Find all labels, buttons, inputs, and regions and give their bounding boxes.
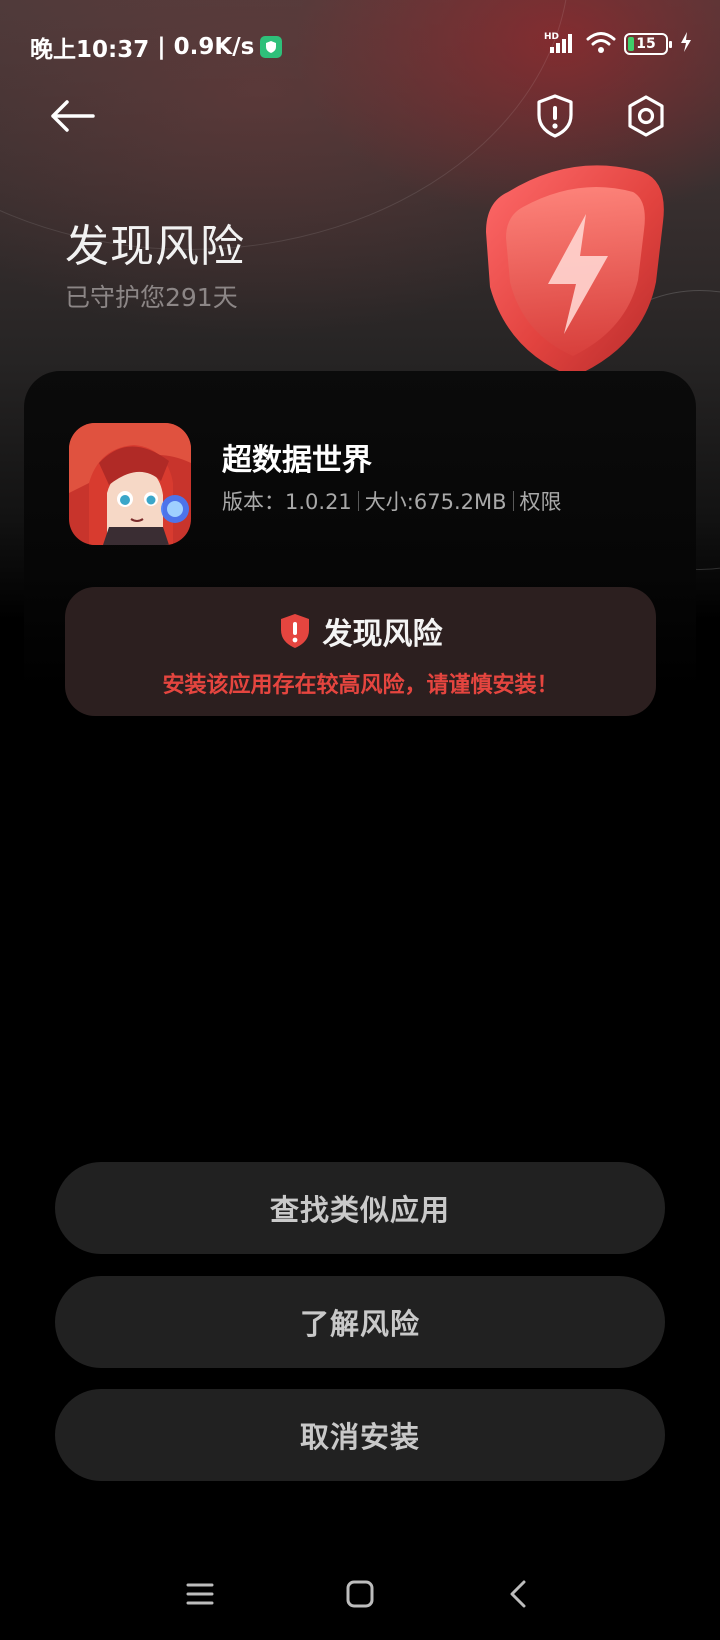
battery-fill (628, 37, 634, 51)
status-bar: 晚上10:37 | 0.9K/s HD 15 (0, 0, 720, 92)
charging-icon (680, 32, 692, 56)
risk-message: 安装该应用存在较高风险，请谨慎安装！ (162, 673, 559, 698)
signal-icon: HD (544, 30, 578, 58)
app-version: 版本：1.0.21 (222, 490, 352, 514)
find-similar-apps-button[interactable]: 查找类似应用 (55, 1162, 665, 1254)
app-name: 超数据世界 (222, 443, 372, 478)
risk-warning-box: 发现风险 安装该应用存在较高风险，请谨慎安装！ (65, 587, 656, 716)
chevron-left-icon (510, 1580, 526, 1608)
risk-header: 发现风险 (65, 609, 656, 653)
system-nav-bar (0, 1560, 720, 1640)
cancel-install-button[interactable]: 取消安装 (55, 1389, 665, 1481)
back-button[interactable] (44, 88, 100, 144)
app-permissions-link[interactable]: 权限 (520, 486, 562, 516)
risk-title: 发现风险 (322, 617, 443, 652)
shield-alert-icon (537, 94, 573, 138)
nav-back-button[interactable] (498, 1574, 538, 1614)
svg-text:HD: HD (544, 32, 559, 42)
status-left: 晚上10:37 | 0.9K/s (30, 30, 283, 64)
square-icon (346, 1580, 374, 1608)
protection-days: 已守护您291天 (65, 283, 238, 312)
report-button[interactable] (527, 88, 583, 144)
page-title: 发现风险 (65, 221, 245, 272)
learn-risk-button[interactable]: 了解风险 (55, 1276, 665, 1368)
app-icon (69, 423, 191, 545)
status-divider: | (157, 34, 166, 60)
status-right: HD 15 (544, 30, 692, 58)
settings-button[interactable] (618, 88, 674, 144)
battery-icon: 15 (624, 33, 672, 55)
wifi-icon (586, 30, 616, 58)
security-badge-icon (260, 36, 283, 58)
app-meta: 版本：1.0.21 大小:675.2MB 权限 (222, 486, 562, 516)
nav-home-button[interactable] (340, 1574, 380, 1614)
status-net-speed: 0.9K/s (173, 34, 255, 60)
meta-divider (512, 491, 514, 511)
status-time: 晚上10:37 (30, 37, 150, 63)
arrow-left-icon (51, 100, 95, 132)
meta-divider (357, 491, 359, 511)
nav-menu-button[interactable] (180, 1574, 220, 1614)
shield-lightning-icon (486, 165, 664, 377)
gear-icon (628, 95, 664, 137)
shield-exclamation-icon (280, 614, 309, 648)
menu-icon (186, 1583, 214, 1605)
app-size: 大小:675.2MB (364, 490, 507, 514)
battery-level: 15 (636, 36, 656, 52)
